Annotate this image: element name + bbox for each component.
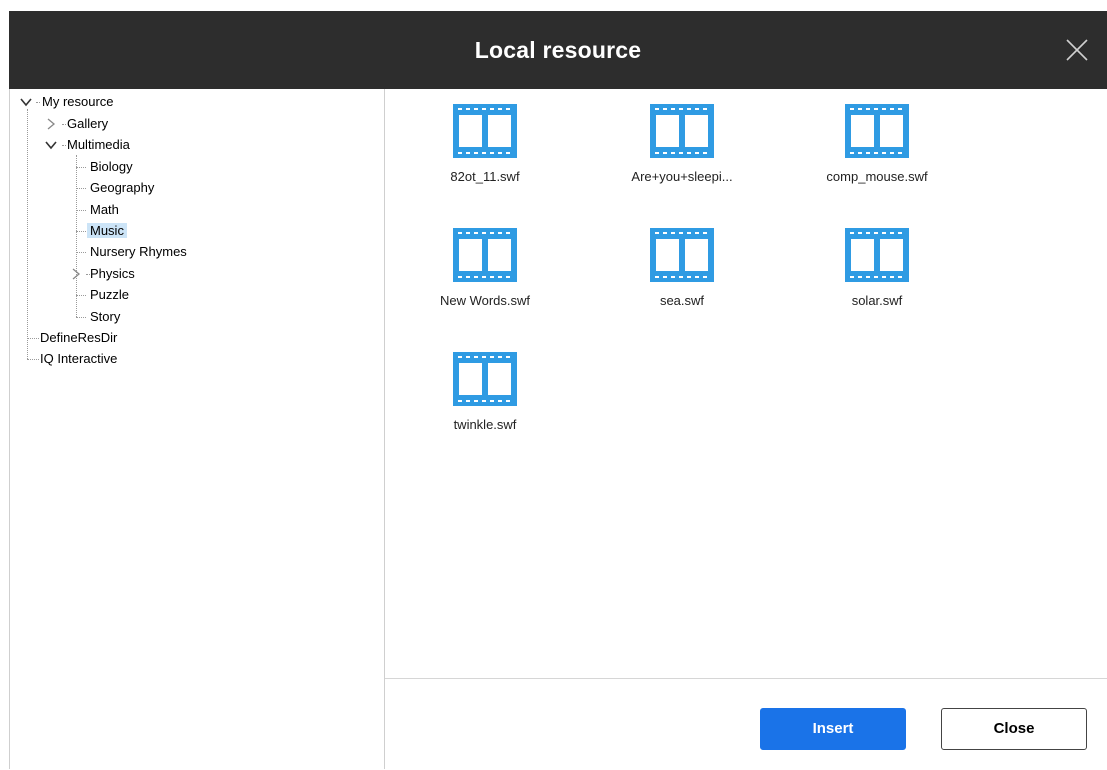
film-icon bbox=[650, 104, 714, 158]
film-icon bbox=[453, 228, 517, 282]
tree-item-multimedia[interactable]: Multimedia bbox=[64, 136, 133, 154]
chevron-down-icon[interactable] bbox=[45, 139, 57, 151]
tree-item-label: Physics bbox=[90, 266, 135, 281]
tree-line bbox=[76, 188, 86, 189]
file-item[interactable]: 82ot_11.swf bbox=[415, 89, 555, 199]
file-name: solar.swf bbox=[851, 293, 903, 308]
local-resource-dialog: Local resource My resource Gallery Multi… bbox=[9, 11, 1107, 769]
tree-line bbox=[27, 109, 28, 359]
chevron-right-icon[interactable] bbox=[70, 268, 82, 280]
title-bar: Local resource bbox=[9, 11, 1107, 89]
insert-button[interactable]: Insert bbox=[760, 708, 906, 750]
tree-item-biology[interactable]: Biology bbox=[87, 158, 136, 176]
film-icon bbox=[453, 352, 517, 406]
tree-item-label: My resource bbox=[42, 94, 114, 109]
tree-line bbox=[76, 252, 86, 253]
file-item[interactable]: comp_mouse.swf bbox=[807, 89, 947, 199]
close-button[interactable]: Close bbox=[941, 708, 1087, 750]
file-name: 82ot_11.swf bbox=[450, 169, 520, 184]
file-name: twinkle.swf bbox=[453, 417, 517, 432]
tree-item-puzzle[interactable]: Puzzle bbox=[87, 286, 132, 304]
tree-item-label: Multimedia bbox=[67, 137, 130, 152]
tree-item-music[interactable]: Music bbox=[87, 222, 127, 240]
file-name: sea.swf bbox=[659, 293, 705, 308]
tree-item-label: Puzzle bbox=[90, 287, 130, 302]
tree-item-label: Biology bbox=[90, 159, 133, 174]
file-item[interactable]: solar.swf bbox=[807, 213, 947, 323]
tree-line bbox=[76, 317, 86, 318]
file-name: Are+you+sleepi... bbox=[631, 169, 733, 184]
tree-item-label: Music bbox=[87, 223, 127, 238]
tree-item-label: Story bbox=[90, 309, 121, 324]
tree-item-nursery-rhymes[interactable]: Nursery Rhymes bbox=[87, 243, 190, 261]
tree-item-label: Geography bbox=[90, 180, 155, 195]
tree-item-gallery[interactable]: Gallery bbox=[64, 115, 111, 133]
chevron-down-icon[interactable] bbox=[20, 96, 32, 108]
tree-item-story[interactable]: Story bbox=[87, 308, 123, 326]
tree-item-physics[interactable]: Physics bbox=[87, 265, 138, 283]
tree-item-my-resource[interactable]: My resource bbox=[39, 93, 117, 111]
tree-item-iq-interactive[interactable]: IQ Interactive bbox=[37, 350, 120, 368]
dialog-title: Local resource bbox=[474, 37, 642, 63]
tree-item-label: Math bbox=[90, 202, 119, 217]
film-icon bbox=[453, 104, 517, 158]
tree-item-math[interactable]: Math bbox=[87, 201, 122, 219]
film-icon bbox=[845, 104, 909, 158]
tree-item-geography[interactable]: Geography bbox=[87, 179, 157, 197]
tree-item-label: Nursery Rhymes bbox=[90, 244, 187, 259]
film-icon bbox=[650, 228, 714, 282]
tree-item-label: Gallery bbox=[67, 116, 109, 131]
close-icon[interactable] bbox=[1065, 38, 1089, 62]
file-name: New Words.swf bbox=[439, 293, 531, 308]
chevron-right-icon[interactable] bbox=[45, 118, 57, 130]
dialog-footer: Insert Close bbox=[385, 678, 1107, 770]
film-icon bbox=[845, 228, 909, 282]
file-name: comp_mouse.swf bbox=[826, 169, 928, 184]
file-item[interactable]: twinkle.swf bbox=[415, 337, 555, 447]
tree-item-label: IQ Interactive bbox=[40, 351, 118, 366]
resource-tree: My resource Gallery Multimedia Biology G… bbox=[9, 89, 385, 769]
file-item[interactable]: Are+you+sleepi... bbox=[612, 89, 752, 199]
tree-item-label: DefineResDir bbox=[40, 330, 118, 345]
tree-line bbox=[76, 231, 86, 232]
tree-line bbox=[76, 167, 86, 168]
file-item[interactable]: New Words.swf bbox=[415, 213, 555, 323]
tree-line bbox=[76, 210, 86, 211]
tree-item-defineresdir[interactable]: DefineResDir bbox=[37, 329, 120, 347]
file-item[interactable]: sea.swf bbox=[612, 213, 752, 323]
tree-line bbox=[76, 155, 77, 317]
tree-line bbox=[76, 295, 86, 296]
file-grid: 82ot_11.swf Are+you+sleepi... comp_mouse… bbox=[385, 89, 1107, 679]
